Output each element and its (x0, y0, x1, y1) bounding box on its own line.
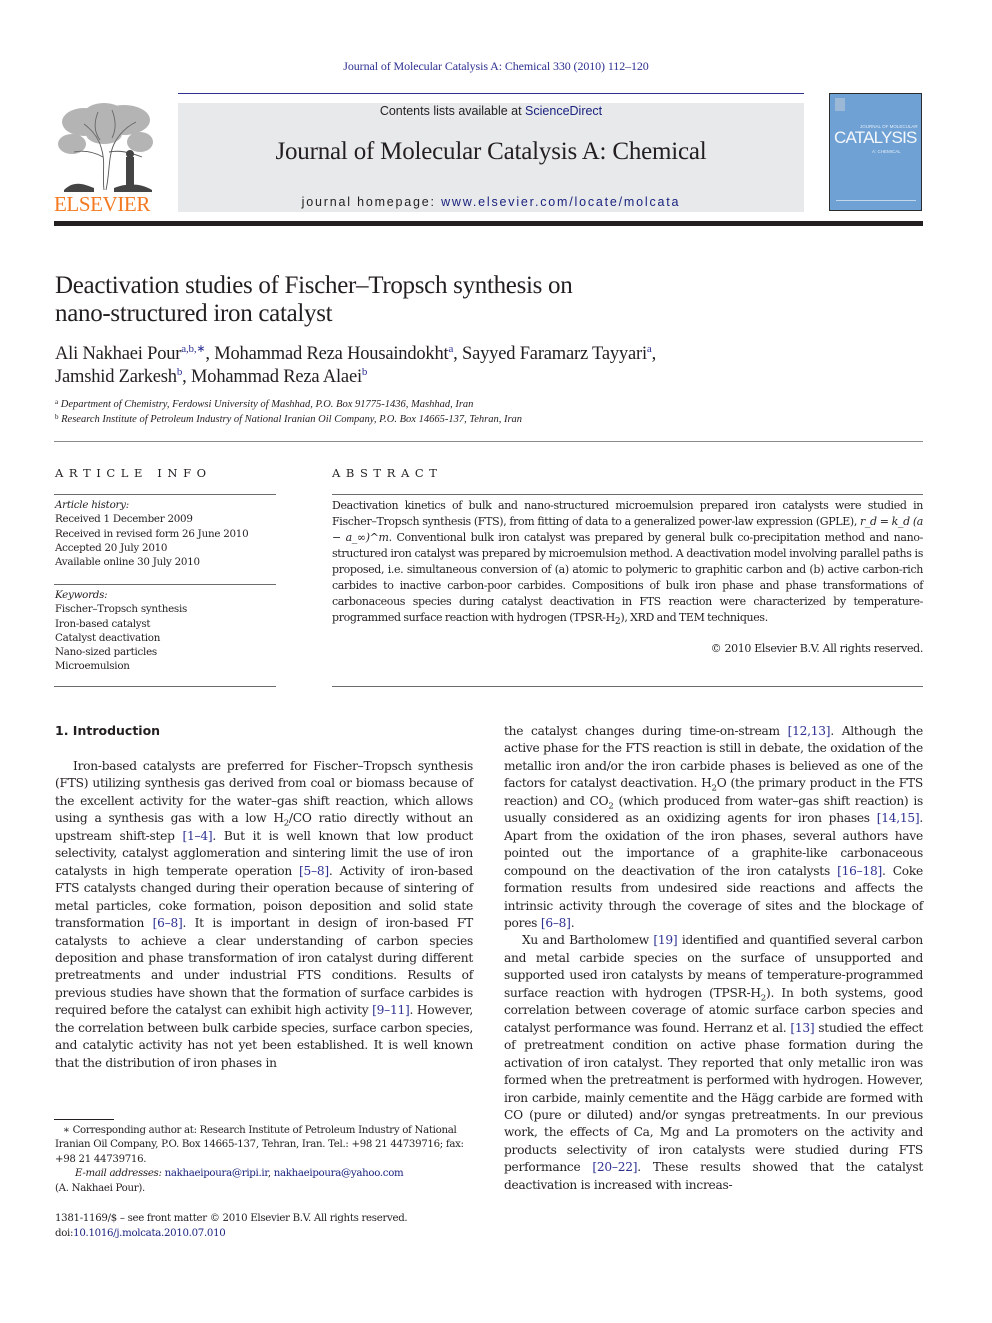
doi-line: doi:10.1016/j.molcata.2010.07.010 (55, 1226, 475, 1241)
abstract-part: Deactivation kinetics of bulk and nano-s… (332, 499, 923, 528)
journal-cover-image[interactable]: JOURNAL OF MOLECULAR CATALYSIS A: CHEMIC… (829, 93, 922, 211)
keywords: Keywords: Fischer–Tropsch synthesis Iron… (55, 588, 277, 674)
abstract-heading: ABSTRACT (332, 466, 443, 480)
article-info-rule (54, 494, 276, 495)
keyword-item: Nano-sized particles (55, 646, 157, 659)
abstract-rule (332, 494, 923, 495)
affiliation-b: b Research Institute of Petroleum Indust… (55, 412, 925, 427)
citation-link[interactable]: [16–18] (837, 864, 882, 878)
citation-link[interactable]: [5–8] (299, 864, 329, 878)
citation-link[interactable]: [20–22] (592, 1160, 637, 1174)
citation-link[interactable]: [6–8] (153, 916, 183, 930)
footnotes: ∗ Corresponding author at: Research Inst… (55, 1124, 475, 1196)
keyword-item: Microemulsion (55, 660, 130, 673)
corresponding-author-note: ∗ Corresponding author at: Research Inst… (55, 1125, 464, 1165)
copyright-notice: © 2010 Elsevier B.V. All rights reserved… (710, 642, 924, 655)
front-matter: 1381-1169/$ – see front matter © 2010 El… (55, 1211, 475, 1241)
journal-homepage-link[interactable]: www.elsevier.com/locate/molcata (441, 195, 680, 209)
paragraph: the catalyst changes during time-on-stre… (504, 723, 923, 932)
affiliation-text: Department of Chemistry, Ferdowsi Univer… (60, 399, 474, 410)
text-run: Xu and Bartholomew (522, 933, 654, 948)
email-label: E-mail addresses: (75, 1168, 162, 1180)
author-name: Ali Nakhaei Pour (55, 344, 182, 364)
affiliation-mark: b (55, 413, 59, 421)
keyword-item: Fischer–Tropsch synthesis (55, 603, 188, 616)
journal-homepage-line: journal homepage: www.elsevier.com/locat… (178, 195, 804, 209)
cover-subtitle: A: CHEMICAL (872, 149, 901, 154)
email-line: E-mail addresses: nakhaeipoura@ripi.ir, … (55, 1167, 475, 1181)
doi-link[interactable]: 10.1016/j.molcata.2010.07.010 (73, 1228, 226, 1239)
history-item: Available online 30 July 2010 (55, 556, 200, 569)
history-item: Received 1 December 2009 (55, 513, 193, 526)
article-info-heading: ARTICLE INFO (55, 466, 212, 480)
author-affiliation-marks[interactable]: b (362, 366, 368, 378)
author-name: Mohammad Reza Alaei (191, 367, 362, 387)
history-item: Accepted 20 July 2010 (55, 541, 168, 554)
cover-footer-rule (836, 200, 916, 201)
email-link[interactable]: nakhaeipoura@ripi.ir (165, 1168, 269, 1179)
journal-masthead: Contents lists available at ScienceDirec… (178, 103, 804, 212)
article-title: Deactivation studies of Fischer–Tropsch … (55, 272, 755, 328)
article-title-line-2: nano-structured iron catalyst (55, 300, 333, 327)
affiliation-text: Research Institute of Petroleum Industry… (61, 414, 523, 425)
paragraph: Xu and Bartholomew [19] identified and q… (504, 932, 923, 1194)
homepage-prefix: journal homepage: (301, 195, 442, 209)
citation-link[interactable]: [12,13] (788, 724, 831, 738)
footnote-rule (54, 1119, 114, 1120)
abstract-text: Deactivation kinetics of bulk and nano-s… (332, 498, 923, 630)
author-name: Jamshid Zarkesh (55, 367, 177, 387)
citation-link[interactable]: [6–8] (541, 916, 571, 930)
citation-link[interactable]: [13] (790, 1021, 814, 1035)
text-run: . (570, 915, 575, 930)
citation-link[interactable]: [14,15] (877, 811, 920, 825)
author-name: Sayyed Faramarz Tayyari (462, 344, 647, 364)
header-rule (178, 93, 804, 94)
author-list: Ali Nakhaei Poura,b,∗, Mohammad Reza Hou… (55, 343, 925, 389)
citation-link[interactable]: [1–4] (183, 829, 213, 843)
abstract-part: ), XRD and TEM techniques. (620, 611, 768, 624)
history-item: Received in revised form 26 June 2010 (55, 527, 249, 540)
cover-publisher-icon (835, 98, 845, 111)
body-column-left: Iron-based catalysts are preferred for F… (55, 758, 473, 1072)
article-history-label: Article history: (55, 499, 129, 511)
contents-prefix: Contents lists available at (379, 104, 526, 118)
article-history: Article history: Received 1 December 200… (55, 498, 277, 569)
section-heading-introduction: 1. Introduction (55, 723, 161, 738)
body-column-right: the catalyst changes during time-on-stre… (504, 723, 923, 1194)
running-head: Journal of Molecular Catalysis A: Chemic… (343, 59, 649, 73)
issn-line: 1381-1169/$ – see front matter © 2010 El… (55, 1213, 408, 1224)
author-separator: , (651, 344, 657, 364)
text-run: the catalyst changes during time-on-stre… (504, 724, 788, 738)
affiliations: a Department of Chemistry, Ferdowsi Univ… (55, 397, 925, 427)
cover-title: CATALYSIS (834, 128, 917, 147)
keyword-item: Catalyst deactivation (55, 631, 161, 644)
journal-name: Journal of Molecular Catalysis A: Chemic… (275, 138, 707, 165)
elsevier-wordmark[interactable]: ELSEVIER (54, 193, 158, 215)
author-separator: , (205, 344, 215, 364)
keyword-item: Iron-based catalyst (55, 617, 151, 630)
author-separator: , (182, 367, 192, 387)
abstract-bottom-rule (332, 686, 923, 687)
article-title-line-1: Deactivation studies of Fischer–Tropsch … (55, 272, 573, 299)
keywords-rule (54, 584, 276, 585)
citation-link[interactable]: [19] (653, 933, 677, 947)
email-link[interactable]: nakhaeipoura@yahoo.com (274, 1168, 404, 1179)
keywords-label: Keywords: (55, 589, 108, 601)
affiliation-rule (54, 441, 923, 442)
author-affiliation-marks[interactable]: a,b,∗ (181, 343, 205, 355)
masthead-thick-rule (54, 221, 923, 226)
contents-line: Contents lists available at ScienceDirec… (178, 104, 804, 118)
paragraph: Iron-based catalysts are preferred for F… (55, 758, 473, 1072)
text-run: studied the effect of pretreatment condi… (504, 1020, 924, 1175)
doi-prefix: doi: (55, 1228, 74, 1239)
citation-link[interactable]: [9–11] (372, 1003, 410, 1017)
affiliation-a: a Department of Chemistry, Ferdowsi Univ… (55, 397, 925, 412)
affiliation-mark: a (55, 398, 59, 406)
email-owner: (A. Nakhaei Pour). (55, 1182, 145, 1194)
author-name: Mohammad Reza Housaindokht (214, 344, 449, 364)
sciencedirect-link[interactable]: ScienceDirect (525, 104, 602, 118)
author-separator: , (453, 344, 463, 364)
article-info-bottom-rule (54, 686, 276, 687)
